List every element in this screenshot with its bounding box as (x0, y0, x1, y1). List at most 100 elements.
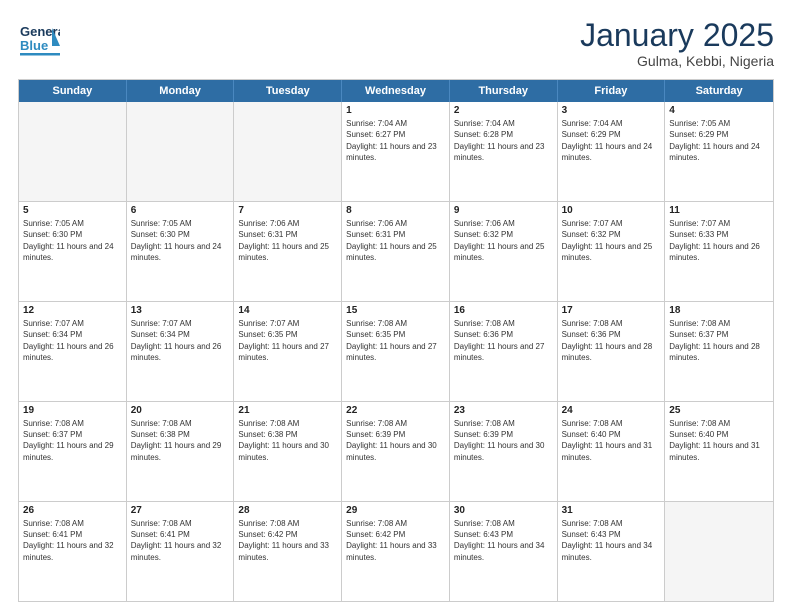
logo-icon: General Blue (18, 18, 60, 60)
cell-info: Sunrise: 7:07 AMSunset: 6:32 PMDaylight:… (562, 218, 661, 263)
logo: General Blue (18, 18, 60, 60)
cal-day-8: 8 Sunrise: 7:06 AMSunset: 6:31 PMDaylight… (342, 202, 450, 301)
cal-day-3: 3 Sunrise: 7:04 AMSunset: 6:29 PMDaylight… (558, 102, 666, 201)
cell-info: Sunrise: 7:08 AMSunset: 6:36 PMDaylight:… (562, 318, 661, 363)
cal-day-7: 7Sunrise: 7:06 AMSunset: 6:31 PMDaylight… (234, 202, 342, 301)
day-number: 18 (669, 305, 769, 316)
calendar-week-4: 19Sunrise: 7:08 AMSunset: 6:37 PMDayligh… (19, 402, 773, 502)
calendar-body: 1 Sunrise: 7:04 AMSunset: 6:27 PMDaylight… (19, 102, 773, 601)
cal-day-13: 13Sunrise: 7:07 AMSunset: 6:34 PMDayligh… (127, 302, 235, 401)
day-number: 17 (562, 305, 661, 316)
cal-day-23: 23 Sunrise: 7:08 AMSunset: 6:39 PMDayligh… (450, 402, 558, 501)
calendar-header: SundayMondayTuesdayWednesdayThursdayFrid… (19, 80, 773, 102)
cal-day-12: 12Sunrise: 7:07 AMSunset: 6:34 PMDayligh… (19, 302, 127, 401)
day-number: 30 (454, 505, 553, 516)
cell-info: Sunrise: 7:05 AMSunset: 6:30 PMDaylight:… (23, 218, 122, 263)
cell-info: Sunrise: 7:08 AMSunset: 6:39 PMDaylight:… (346, 418, 445, 463)
day-number: 4 (669, 105, 769, 116)
cell-info: Sunrise: 7:08 AMSunset: 6:42 PMDaylight:… (238, 518, 337, 563)
cell-info: Sunrise: 7:07 AMSunset: 6:33 PMDaylight:… (669, 218, 769, 263)
day-number: 29 (346, 505, 445, 516)
day-number: 14 (238, 305, 337, 316)
day-number: 16 (454, 305, 553, 316)
day-number: 2 (454, 105, 553, 116)
day-number: 15 (346, 305, 445, 316)
cell-info: Sunrise: 7:07 AMSunset: 6:34 PMDaylight:… (131, 318, 230, 363)
day-number: 9 (454, 205, 553, 216)
cell-info: Sunrise: 7:08 AMSunset: 6:41 PMDaylight:… (23, 518, 122, 563)
cal-header-saturday: Saturday (665, 80, 773, 102)
cell-info: Sunrise: 7:08 AMSunset: 6:42 PMDaylight:… (346, 518, 445, 563)
subtitle: Gulma, Kebbi, Nigeria (580, 53, 774, 69)
cal-day-17: 17 Sunrise: 7:08 AMSunset: 6:36 PMDayligh… (558, 302, 666, 401)
cal-day-16: 16Sunrise: 7:08 AMSunset: 6:36 PMDayligh… (450, 302, 558, 401)
day-number: 12 (23, 305, 122, 316)
cell-info: Sunrise: 7:07 AMSunset: 6:35 PMDaylight:… (238, 318, 337, 363)
cell-info: Sunrise: 7:08 AMSunset: 6:38 PMDaylight:… (238, 418, 337, 463)
cal-empty (234, 102, 342, 201)
day-number: 25 (669, 405, 769, 416)
cell-info: Sunrise: 7:08 AMSunset: 6:43 PMDaylight:… (562, 518, 661, 563)
cell-info: Sunrise: 7:06 AMSunset: 6:31 PMDaylight:… (238, 218, 337, 263)
day-number: 22 (346, 405, 445, 416)
svg-text:Blue: Blue (20, 38, 48, 53)
cell-info: Sunrise: 7:06 AMSunset: 6:32 PMDaylight:… (454, 218, 553, 263)
cell-info: Sunrise: 7:08 AMSunset: 6:41 PMDaylight:… (131, 518, 230, 563)
cell-info: Sunrise: 7:04 AMSunset: 6:27 PMDaylight:… (346, 118, 445, 163)
day-number: 3 (562, 105, 661, 116)
day-number: 31 (562, 505, 661, 516)
cal-header-tuesday: Tuesday (234, 80, 342, 102)
cell-info: Sunrise: 7:04 AMSunset: 6:28 PMDaylight:… (454, 118, 553, 163)
cal-day-29: 29 Sunrise: 7:08 AMSunset: 6:42 PMDayligh… (342, 502, 450, 601)
header: General Blue January 2025 Gulma, Kebbi, … (18, 18, 774, 69)
page-title: January 2025 (580, 18, 774, 53)
cell-info: Sunrise: 7:04 AMSunset: 6:29 PMDaylight:… (562, 118, 661, 163)
cal-empty (19, 102, 127, 201)
cal-day-20: 20 Sunrise: 7:08 AMSunset: 6:38 PMDayligh… (127, 402, 235, 501)
day-number: 23 (454, 405, 553, 416)
day-number: 21 (238, 405, 337, 416)
page: General Blue January 2025 Gulma, Kebbi, … (0, 0, 792, 612)
cell-info: Sunrise: 7:08 AMSunset: 6:35 PMDaylight:… (346, 318, 445, 363)
cell-info: Sunrise: 7:08 AMSunset: 6:39 PMDaylight:… (454, 418, 553, 463)
cell-info: Sunrise: 7:06 AMSunset: 6:31 PMDaylight:… (346, 218, 445, 263)
calendar-week-1: 1 Sunrise: 7:04 AMSunset: 6:27 PMDaylight… (19, 102, 773, 202)
day-number: 11 (669, 205, 769, 216)
cal-day-19: 19Sunrise: 7:08 AMSunset: 6:37 PMDayligh… (19, 402, 127, 501)
cal-day-2: 2 Sunrise: 7:04 AMSunset: 6:28 PMDaylight… (450, 102, 558, 201)
cal-day-31: 31 Sunrise: 7:08 AMSunset: 6:43 PMDayligh… (558, 502, 666, 601)
cal-day-28: 28 Sunrise: 7:08 AMSunset: 6:42 PMDayligh… (234, 502, 342, 601)
day-number: 24 (562, 405, 661, 416)
day-number: 10 (562, 205, 661, 216)
cal-header-thursday: Thursday (450, 80, 558, 102)
cell-info: Sunrise: 7:08 AMSunset: 6:43 PMDaylight:… (454, 518, 553, 563)
day-number: 19 (23, 405, 122, 416)
calendar-week-2: 5Sunrise: 7:05 AMSunset: 6:30 PMDaylight… (19, 202, 773, 302)
cell-info: Sunrise: 7:08 AMSunset: 6:38 PMDaylight:… (131, 418, 230, 463)
day-number: 20 (131, 405, 230, 416)
title-block: January 2025 Gulma, Kebbi, Nigeria (580, 18, 774, 69)
cal-day-26: 26 Sunrise: 7:08 AMSunset: 6:41 PMDayligh… (19, 502, 127, 601)
cal-day-1: 1 Sunrise: 7:04 AMSunset: 6:27 PMDaylight… (342, 102, 450, 201)
calendar-week-5: 26 Sunrise: 7:08 AMSunset: 6:41 PMDayligh… (19, 502, 773, 601)
calendar: SundayMondayTuesdayWednesdayThursdayFrid… (18, 79, 774, 602)
day-number: 27 (131, 505, 230, 516)
day-number: 8 (346, 205, 445, 216)
cal-day-27: 27 Sunrise: 7:08 AMSunset: 6:41 PMDayligh… (127, 502, 235, 601)
cal-header-sunday: Sunday (19, 80, 127, 102)
day-number: 26 (23, 505, 122, 516)
cell-info: Sunrise: 7:05 AMSunset: 6:29 PMDaylight:… (669, 118, 769, 163)
cal-header-wednesday: Wednesday (342, 80, 450, 102)
cal-day-21: 21 Sunrise: 7:08 AMSunset: 6:38 PMDayligh… (234, 402, 342, 501)
cal-day-4: 4 Sunrise: 7:05 AMSunset: 6:29 PMDaylight… (665, 102, 773, 201)
cal-day-24: 24Sunrise: 7:08 AMSunset: 6:40 PMDayligh… (558, 402, 666, 501)
cal-day-30: 30 Sunrise: 7:08 AMSunset: 6:43 PMDayligh… (450, 502, 558, 601)
cal-empty (665, 502, 773, 601)
cal-day-6: 6Sunrise: 7:05 AMSunset: 6:30 PMDaylight… (127, 202, 235, 301)
cal-day-5: 5Sunrise: 7:05 AMSunset: 6:30 PMDaylight… (19, 202, 127, 301)
cal-day-18: 18Sunrise: 7:08 AMSunset: 6:37 PMDayligh… (665, 302, 773, 401)
cal-day-15: 15 Sunrise: 7:08 AMSunset: 6:35 PMDayligh… (342, 302, 450, 401)
cal-day-22: 22 Sunrise: 7:08 AMSunset: 6:39 PMDayligh… (342, 402, 450, 501)
day-number: 28 (238, 505, 337, 516)
day-number: 1 (346, 105, 445, 116)
